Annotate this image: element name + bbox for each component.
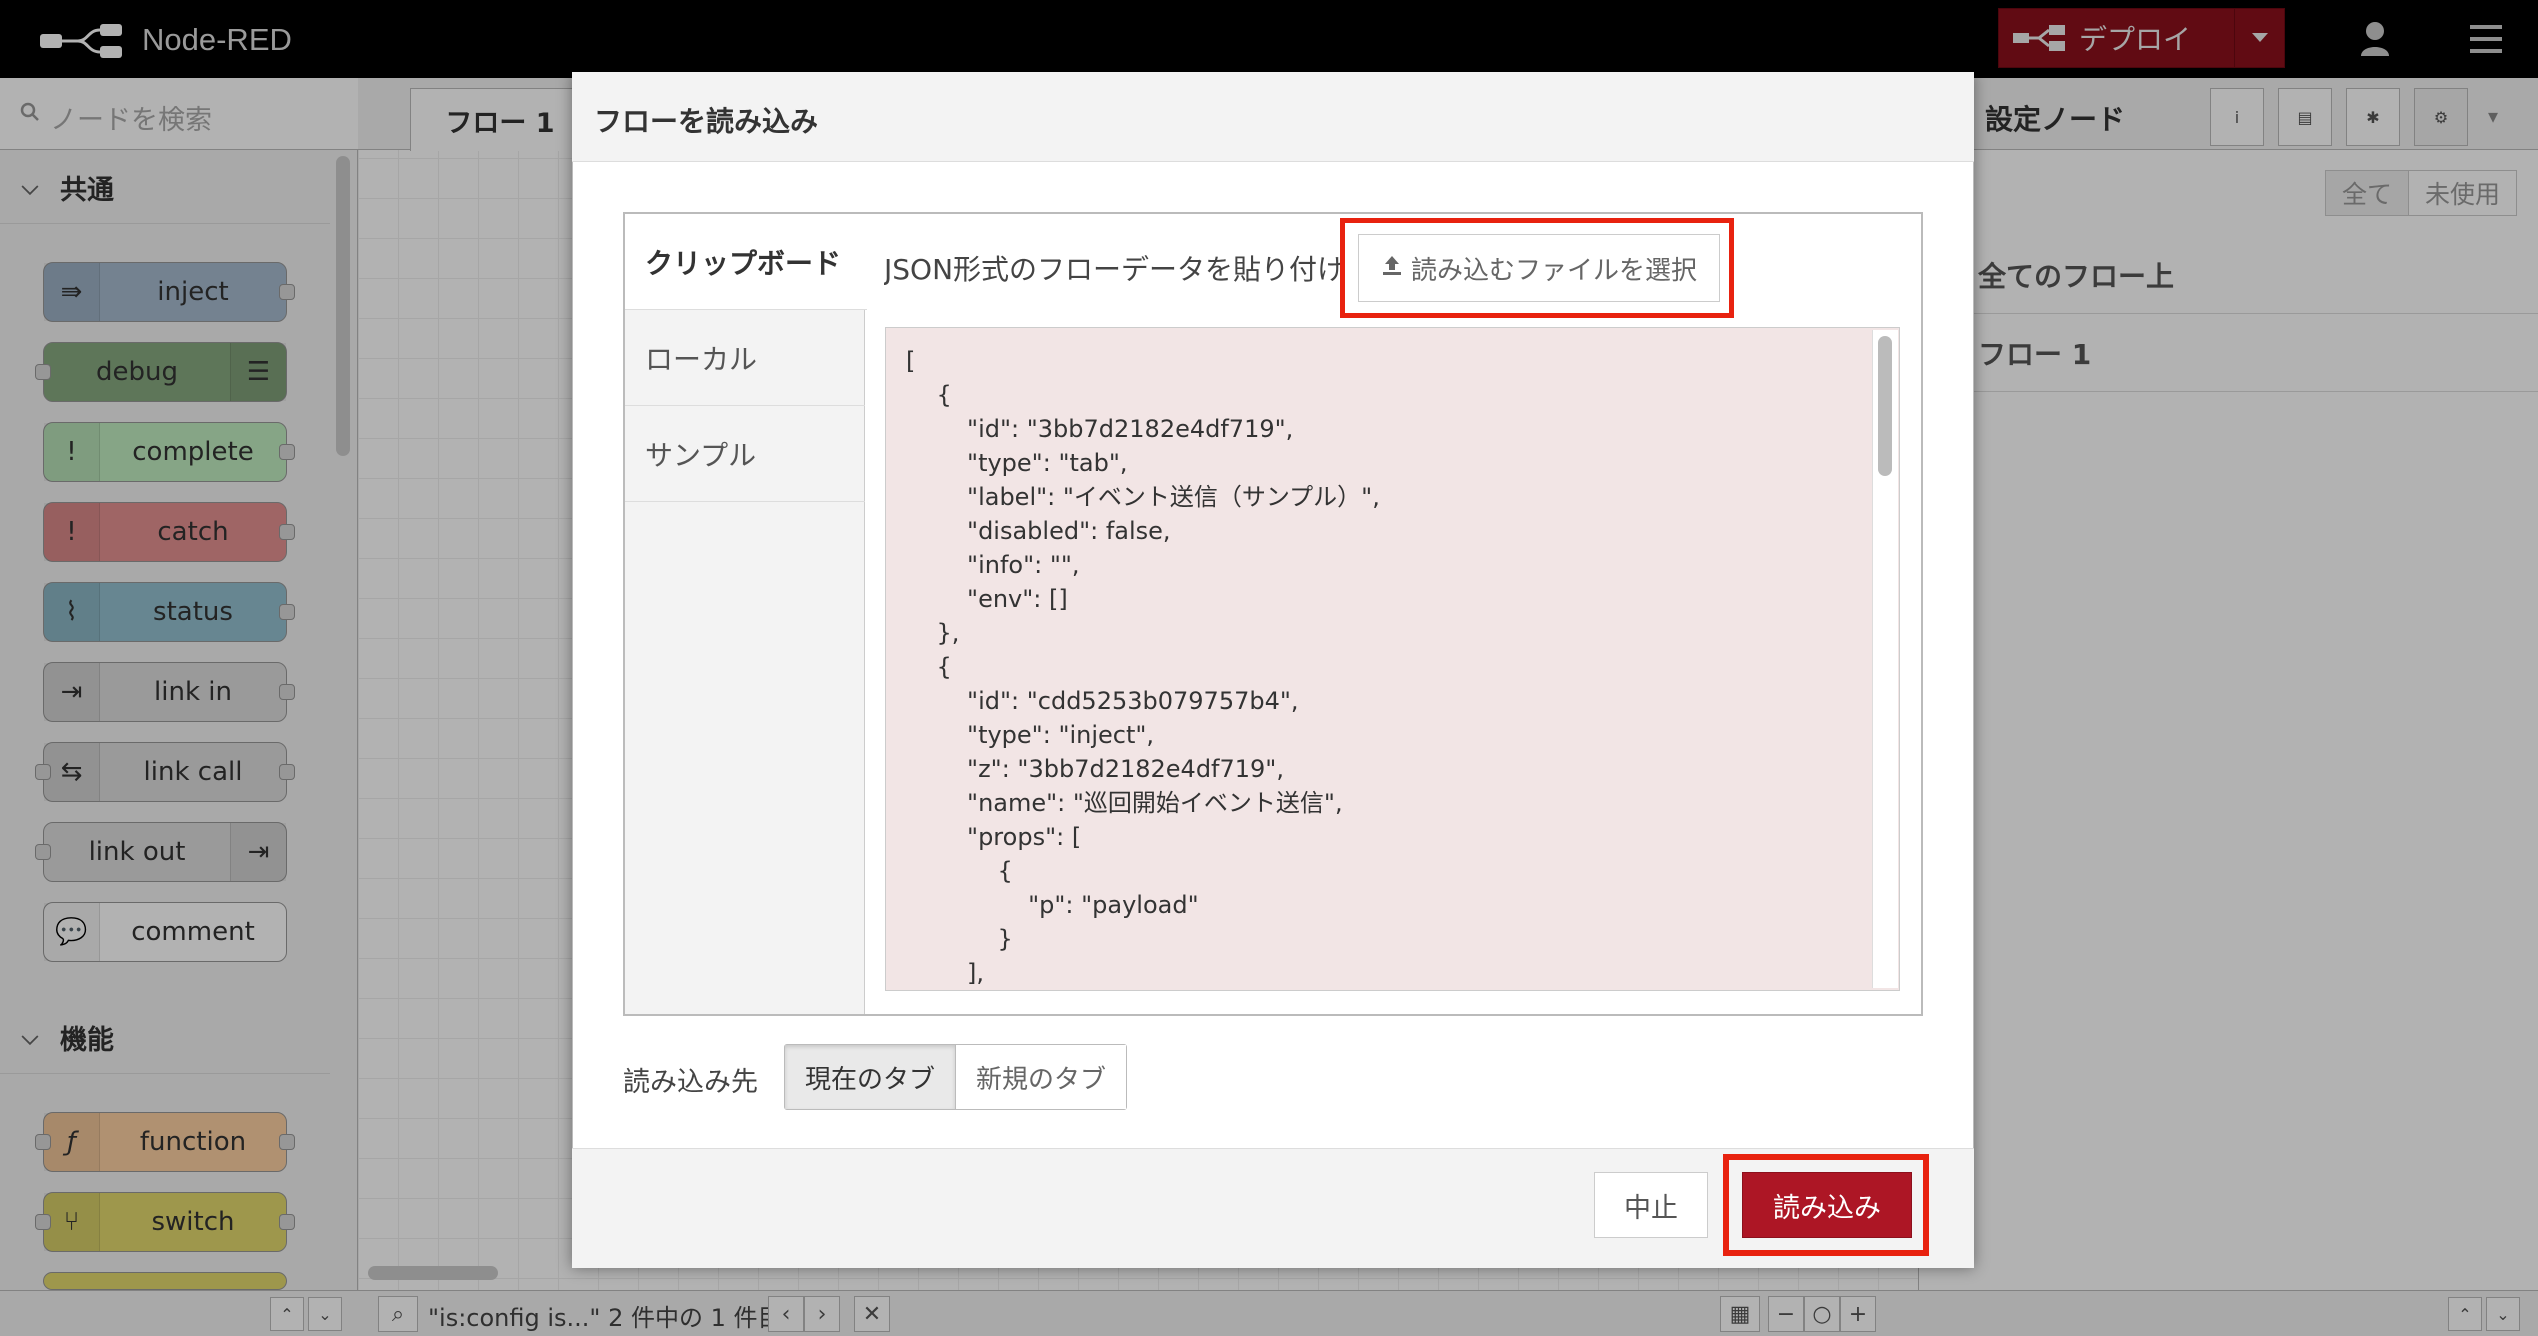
clipboard-instruction: JSON形式のフローデータを貼り付けて下さい xyxy=(884,253,1344,286)
json-scrollbar[interactable] xyxy=(1878,336,1892,476)
import-destination-label: 読み込み先 xyxy=(623,1067,758,1098)
new-tab-button[interactable]: 新規のタブ xyxy=(956,1045,1127,1109)
cancel-button[interactable]: 中止 xyxy=(1594,1172,1708,1238)
dialog-title: フローを読み込み xyxy=(594,105,819,138)
tab-clipboard[interactable]: クリップボード xyxy=(625,214,867,310)
highlight-select-file xyxy=(1340,218,1734,318)
tab-local[interactable]: ローカル xyxy=(625,310,865,406)
current-tab-button[interactable]: 現在のタブ xyxy=(785,1045,957,1109)
import-destination-toggle[interactable]: 現在のタブ 新規のタブ xyxy=(784,1044,1128,1110)
json-textarea[interactable]: [ { "id": "3bb7d2182e4df719", "type": "t… xyxy=(885,327,1900,991)
tab-sample[interactable]: サンプル xyxy=(625,406,865,502)
highlight-import xyxy=(1723,1154,1929,1256)
json-content: [ { "id": "3bb7d2182e4df719", "type": "t… xyxy=(906,347,1380,987)
